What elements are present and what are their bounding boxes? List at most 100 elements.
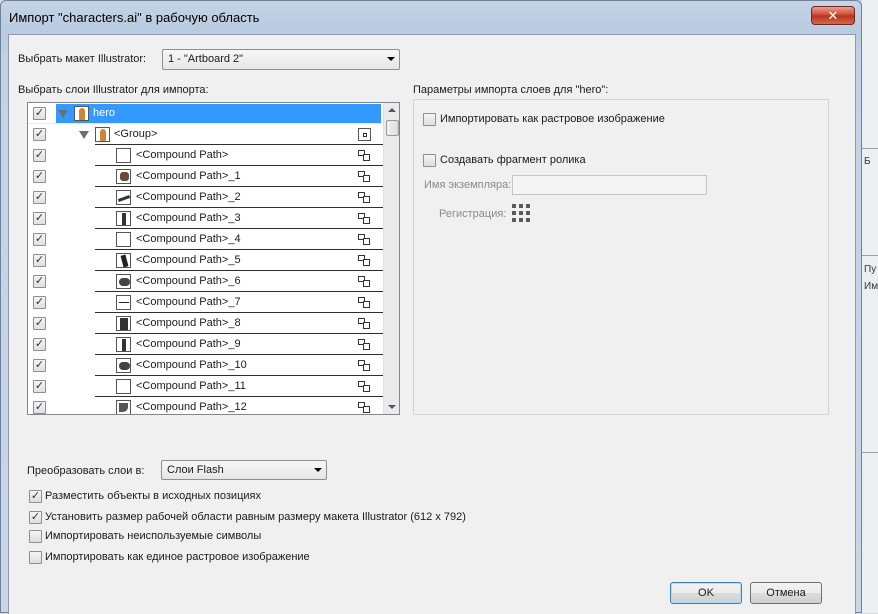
layer-checkbox[interactable]: ✓ (33, 212, 46, 225)
shape-options-icon[interactable] (358, 381, 371, 393)
layer-checkbox[interactable]: ✓ (33, 401, 46, 414)
instance-name-input[interactable] (512, 175, 707, 195)
shape-options-icon[interactable] (358, 297, 371, 309)
layer-row[interactable]: ✓ <Compound Path>_7 (28, 292, 383, 313)
background-label: Им (864, 281, 878, 292)
layer-checkbox[interactable]: ✓ (33, 107, 46, 120)
thumbnail-shape (100, 129, 106, 141)
thumbnail-shape (120, 254, 129, 268)
layer-row[interactable]: ✓ <Compound Path> (28, 145, 383, 166)
layer-name: <Compound Path>_12 (136, 401, 247, 413)
registration-label: Регистрация: (439, 208, 507, 220)
shape-options-square (363, 406, 370, 413)
close-icon: ✕ (827, 8, 839, 23)
layer-checkbox[interactable]: ✓ (33, 296, 46, 309)
thumbnail-shape (79, 108, 85, 120)
layer-checkbox[interactable]: ✓ (33, 170, 46, 183)
layer-options-panel: Импортировать как растровое изображение … (413, 99, 829, 415)
claw-thumb (116, 400, 131, 414)
scroll-down-icon[interactable] (388, 405, 396, 409)
shape-options-square (363, 385, 370, 392)
layer-row[interactable]: ✓ <Compound Path>_10 (28, 355, 383, 376)
layer-row[interactable]: ✓ <Compound Path>_6 (28, 271, 383, 292)
expand-triangle-icon[interactable] (79, 131, 89, 139)
layer-row[interactable]: ✓ hero (28, 103, 383, 124)
layer-row[interactable]: ✓ <Compound Path>_5 (28, 250, 383, 271)
layer-name: <Group> (114, 128, 158, 140)
shape-options-icon[interactable] (358, 171, 371, 183)
layer-checkbox[interactable]: ✓ (33, 191, 46, 204)
artboard-select-value: 1 - "Artboard 2" (168, 53, 244, 65)
leg-thumb (116, 253, 131, 268)
layer-row[interactable]: ✓ <Compound Path>_4 (28, 229, 383, 250)
layer-checkbox[interactable]: ✓ (33, 275, 46, 288)
import-bitmap-checkbox[interactable] (423, 113, 436, 126)
layer-row[interactable]: ✓ <Group> (28, 124, 383, 145)
blank-thumb (116, 232, 131, 247)
original-positions-checkbox[interactable]: ✓ (29, 490, 42, 503)
single-bitmap-checkbox[interactable] (29, 551, 42, 564)
layer-row[interactable]: ✓ <Compound Path>_1 (28, 166, 383, 187)
scroll-thumb[interactable] (386, 120, 399, 136)
round-thumb (116, 358, 131, 373)
layer-checkbox[interactable]: ✓ (33, 359, 46, 372)
layer-checkbox[interactable]: ✓ (33, 128, 46, 141)
chevron-down-icon (314, 468, 322, 472)
shape-options-icon[interactable] (358, 255, 371, 267)
layer-row[interactable]: ✓ <Compound Path>_2 (28, 187, 383, 208)
convert-label: Преобразовать слои в: (27, 465, 145, 477)
shape-options-square (363, 301, 370, 308)
close-button[interactable]: ✕ (811, 6, 855, 25)
shape-options-icon[interactable] (358, 234, 371, 246)
stage-size-checkbox[interactable]: ✓ (29, 511, 42, 524)
shape-options-icon[interactable] (358, 339, 371, 351)
convert-select[interactable]: Слои Flash (161, 460, 327, 480)
ok-button[interactable]: OK (670, 582, 742, 604)
shape-options-square (363, 364, 370, 371)
create-movieclip-checkbox[interactable] (423, 154, 436, 167)
layer-tree-scrollbar[interactable] (383, 103, 399, 414)
convert-select-value: Слои Flash (167, 464, 224, 476)
thumbnail-shape (117, 195, 131, 202)
background-divider (862, 255, 878, 256)
scroll-up-icon[interactable] (388, 108, 396, 112)
layer-name: <Compound Path>_8 (136, 317, 241, 329)
layer-row[interactable]: ✓ <Compound Path>_12 (28, 397, 383, 414)
artboard-label: Выбрать макет Illustrator: (18, 53, 147, 65)
cancel-button[interactable]: Отмена (750, 582, 822, 604)
group-options-icon[interactable] (358, 128, 371, 141)
registration-grid-icon[interactable] (512, 204, 530, 222)
layer-row[interactable]: ✓ <Compound Path>_8 (28, 313, 383, 334)
shape-options-icon[interactable] (358, 318, 371, 330)
shape-options-icon[interactable] (358, 150, 371, 162)
layer-tree[interactable]: ✓ hero ✓ <Group> ✓ <Compound Path> ✓ <Compound … (27, 102, 400, 415)
layer-checkbox[interactable]: ✓ (33, 233, 46, 246)
layer-checkbox[interactable]: ✓ (33, 338, 46, 351)
shape-options-square (363, 322, 370, 329)
import-bitmap-label: Импортировать как растровое изображение (440, 113, 665, 125)
layer-row[interactable]: ✓ <Compound Path>_3 (28, 208, 383, 229)
layer-row[interactable]: ✓ <Compound Path>_9 (28, 334, 383, 355)
layer-checkbox[interactable]: ✓ (33, 317, 46, 330)
layer-checkbox[interactable]: ✓ (33, 380, 46, 393)
layer-row[interactable]: ✓ <Compound Path>_11 (28, 376, 383, 397)
layer-name: <Compound Path>_9 (136, 338, 241, 350)
slash-thumb (116, 190, 131, 205)
background-app: Б Пу Им (862, 0, 878, 613)
shape-options-icon[interactable] (358, 402, 371, 414)
blank-thumb (116, 148, 131, 163)
person-icon (95, 127, 110, 142)
layer-checkbox[interactable]: ✓ (33, 254, 46, 267)
shape-options-icon[interactable] (358, 213, 371, 225)
shape-options-icon[interactable] (358, 192, 371, 204)
instance-name-label: Имя экземпляра: (424, 179, 512, 191)
background-label: Б (864, 156, 871, 167)
unused-symbols-checkbox[interactable] (29, 530, 42, 543)
layer-checkbox[interactable]: ✓ (33, 149, 46, 162)
artboard-select[interactable]: 1 - "Artboard 2" (162, 49, 400, 70)
shape-options-icon[interactable] (358, 360, 371, 372)
thumbnail-shape (119, 278, 130, 286)
shape-options-icon[interactable] (358, 276, 371, 288)
bar-thumb (116, 211, 131, 226)
expand-triangle-icon[interactable] (58, 110, 68, 118)
